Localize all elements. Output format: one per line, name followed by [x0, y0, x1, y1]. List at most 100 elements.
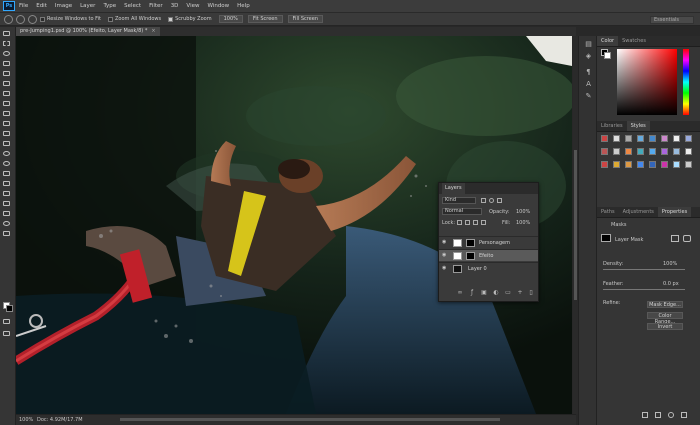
vertical-scroll-thumb[interactable]: [574, 150, 577, 300]
style-swatch[interactable]: [637, 135, 644, 142]
properties-panel-icon[interactable]: ◈: [584, 52, 593, 60]
apply-mask-icon[interactable]: [655, 412, 661, 418]
style-swatch[interactable]: [637, 148, 644, 155]
hue-slider[interactable]: [683, 49, 689, 115]
lasso-tool-icon[interactable]: [3, 51, 12, 58]
eye-icon[interactable]: ◉: [442, 253, 448, 258]
style-swatch[interactable]: [625, 161, 632, 168]
menu-edit[interactable]: Edit: [36, 3, 47, 9]
layer-name[interactable]: Personagem: [479, 240, 510, 246]
type-tool-icon[interactable]: [3, 181, 12, 188]
style-swatch[interactable]: [649, 148, 656, 155]
opacity-value[interactable]: 100%: [516, 209, 530, 215]
layer-mask-thumb[interactable]: [601, 234, 611, 242]
add-mask-icon[interactable]: ▣: [481, 290, 487, 296]
dodge-tool-icon[interactable]: [3, 161, 12, 168]
tab-swatches[interactable]: Swatches: [618, 36, 650, 46]
blend-mode-select[interactable]: Normal: [442, 208, 482, 215]
style-swatch[interactable]: [637, 161, 644, 168]
eye-icon[interactable]: ◉: [442, 266, 448, 271]
pixel-mask-icon[interactable]: [671, 235, 679, 242]
horizontal-scroll-thumb[interactable]: [120, 418, 500, 421]
eraser-tool-icon[interactable]: [3, 131, 12, 138]
workspace-select[interactable]: Essentials: [650, 16, 694, 24]
tab-layers[interactable]: Layers: [442, 183, 465, 194]
gradient-tool-icon[interactable]: [3, 141, 12, 148]
layer-name[interactable]: Layer 0: [468, 266, 487, 272]
layer-row[interactable]: ◉ Personagem: [439, 236, 538, 248]
menu-3d[interactable]: 3D: [171, 3, 179, 9]
hand-tool-icon[interactable]: [3, 211, 12, 218]
move-tool-icon[interactable]: [3, 31, 12, 38]
invert-button[interactable]: Invert: [647, 323, 683, 330]
layer-row[interactable]: ◉ Efeito: [439, 249, 538, 261]
vector-mask-icon[interactable]: [683, 235, 691, 242]
zoom-100-button[interactable]: 100%: [218, 15, 243, 23]
zoom-tool-side-icon[interactable]: [3, 221, 12, 228]
trash-icon[interactable]: ▯: [528, 290, 534, 296]
style-swatch[interactable]: [661, 161, 668, 168]
style-swatch[interactable]: [613, 148, 620, 155]
menu-help[interactable]: Help: [237, 3, 250, 9]
brush-tool-icon[interactable]: [3, 101, 12, 108]
document-info[interactable]: Doc: 4.92M/17.7M: [37, 417, 83, 423]
tab-adjustments[interactable]: Adjustments: [619, 207, 658, 217]
style-swatch[interactable]: [673, 148, 680, 155]
style-swatch[interactable]: [685, 161, 692, 168]
eyedropper-tool-icon[interactable]: [3, 81, 12, 88]
style-swatch[interactable]: [661, 135, 668, 142]
style-swatch[interactable]: [613, 161, 620, 168]
lock-image-icon[interactable]: [465, 220, 470, 225]
layer-filter-kind[interactable]: Kind: [442, 197, 476, 204]
style-swatch[interactable]: [685, 148, 692, 155]
fill-screen-button[interactable]: Fill Screen: [287, 15, 324, 23]
style-swatch[interactable]: [661, 148, 668, 155]
style-swatch[interactable]: [601, 148, 608, 155]
zoom-in-icon[interactable]: [16, 14, 25, 24]
brush-panel-icon[interactable]: ✎: [584, 92, 593, 100]
pen-tool-icon[interactable]: [3, 171, 12, 178]
style-swatch[interactable]: [613, 135, 620, 142]
adjustment-layer-icon[interactable]: ◐: [493, 290, 499, 296]
resize-windows-checkbox[interactable]: [40, 16, 45, 22]
density-value[interactable]: 100%: [663, 261, 677, 267]
filter-type-icon[interactable]: [497, 198, 502, 203]
style-swatch[interactable]: [649, 161, 656, 168]
visibility-icon[interactable]: [668, 412, 674, 418]
zoom-tool-icon[interactable]: [4, 14, 13, 24]
layer-row[interactable]: ◉ Layer 0: [439, 262, 538, 274]
tab-libraries[interactable]: Libraries: [597, 121, 627, 131]
history-panel-icon[interactable]: ▤: [584, 40, 593, 48]
crop-tool-icon[interactable]: [3, 71, 12, 78]
tab-properties[interactable]: Properties: [657, 207, 692, 217]
feather-slider[interactable]: [603, 289, 685, 290]
path-selection-tool-icon[interactable]: [3, 191, 12, 198]
menu-layer[interactable]: Layer: [80, 3, 95, 9]
tab-color[interactable]: Color: [597, 36, 619, 46]
zoom-all-windows-checkbox[interactable]: [108, 16, 113, 22]
zoom-out-icon[interactable]: [28, 14, 37, 24]
paragraph-panel-icon[interactable]: ¶: [584, 68, 593, 76]
fit-screen-button[interactable]: Fit Screen: [247, 15, 283, 23]
quick-mask-icon[interactable]: [3, 319, 12, 326]
filter-adjustment-icon[interactable]: [489, 198, 494, 203]
layer-name[interactable]: Efeito: [479, 253, 493, 259]
style-swatch[interactable]: [685, 135, 692, 142]
document-tab[interactable]: pre-Jumping1.psd @ 100% (Efeito, Layer M…: [16, 27, 160, 36]
healing-brush-tool-icon[interactable]: [3, 91, 12, 98]
layer-mask-thumbnail[interactable]: [466, 252, 475, 260]
blur-tool-icon[interactable]: [3, 151, 12, 158]
marquee-tool-icon[interactable]: [3, 41, 12, 48]
lock-position-icon[interactable]: [473, 220, 478, 225]
background-color-swatch[interactable]: [6, 305, 13, 312]
lock-all-icon[interactable]: [481, 220, 486, 225]
mask-edge-button[interactable]: Mask Edge...: [647, 301, 683, 308]
new-layer-icon[interactable]: +: [517, 290, 523, 296]
color-picker-field[interactable]: [617, 49, 677, 115]
menu-window[interactable]: Window: [207, 3, 229, 9]
menu-filter[interactable]: Filter: [149, 3, 163, 9]
clone-stamp-tool-icon[interactable]: [3, 111, 12, 118]
filter-pixel-icon[interactable]: [481, 198, 486, 203]
style-swatch[interactable]: [625, 135, 632, 142]
more-tools-icon[interactable]: [3, 231, 12, 238]
